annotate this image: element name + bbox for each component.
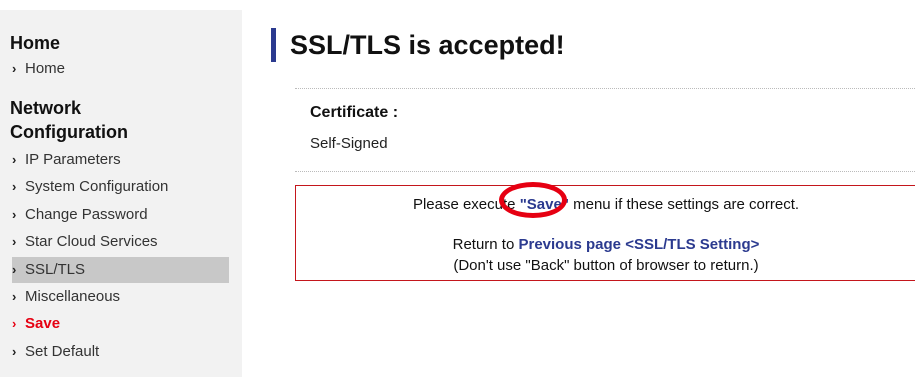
chevron-right-icon: › <box>12 61 17 76</box>
sidebar-heading-home: Home <box>10 33 61 53</box>
previous-page-link[interactable]: Previous page <SSL/TLS Setting> <box>518 236 759 253</box>
save-instruction-pre: Please execute <box>412 196 520 213</box>
sidebar-item-change-password[interactable]: › Change Password <box>12 202 229 228</box>
chevron-right-icon: › <box>12 262 17 277</box>
sidebar-item-miscellaneous[interactable]: › Miscellaneous <box>12 284 229 310</box>
sidebar-item-label: Save <box>25 315 61 332</box>
return-instruction: Return to Previous page <SSL/TLS Setting… <box>296 236 915 253</box>
sidebar-item-label: IP Parameters <box>25 151 121 168</box>
return-instruction-pre: Return to <box>452 236 519 253</box>
chevron-right-icon: › <box>12 152 17 167</box>
sidebar-item-label: Change Password <box>25 206 148 223</box>
sidebar-item-home[interactable]: › Home <box>12 56 229 82</box>
sidebar-item-system-configuration[interactable]: › System Configuration <box>12 174 229 200</box>
sidebar-item-ip-parameters[interactable]: › IP Parameters <box>12 147 229 173</box>
back-button-note: (Don't use "Back" button of browser to r… <box>453 257 759 274</box>
certificate-value: Self-Signed <box>310 135 388 152</box>
message-box: Please execute "Save" menu if these sett… <box>295 185 915 281</box>
sidebar-item-label: Set Default <box>25 343 100 360</box>
sidebar-item-set-default[interactable]: › Set Default <box>12 339 229 365</box>
chevron-right-icon: › <box>12 344 17 359</box>
sidebar-item-star-cloud-services[interactable]: › Star Cloud Services <box>12 229 229 255</box>
save-link[interactable]: "Save" <box>520 196 569 213</box>
chevron-right-icon: › <box>12 289 17 304</box>
chevron-right-icon: › <box>12 207 17 222</box>
chevron-right-icon: › <box>12 316 17 331</box>
sidebar-item-label: Star Cloud Services <box>25 233 158 250</box>
chevron-right-icon: › <box>12 234 17 249</box>
sidebar-item-label: Miscellaneous <box>25 288 121 305</box>
chevron-right-icon: › <box>12 179 17 194</box>
sidebar-heading-network: Network <box>10 98 82 118</box>
save-instruction: Please execute "Save" menu if these sett… <box>296 196 915 213</box>
sidebar-item-label: SSL/TLS <box>25 261 86 278</box>
page-title: SSL/TLS is accepted! <box>271 28 565 62</box>
sidebar-item-label: System Configuration <box>25 178 169 195</box>
save-instruction-post: menu if these settings are correct. <box>568 196 800 213</box>
sidebar-item-label: Home <box>25 60 66 77</box>
certificate-section: Certificate : Self-Signed <box>295 88 915 172</box>
sidebar-item-save[interactable]: › Save <box>12 311 229 337</box>
sidebar-heading-configuration: Configuration <box>10 122 128 142</box>
sidebar: Home › Home Network Configuration › IP Par… <box>0 10 242 377</box>
sidebar-item-ssl-tls[interactable]: › SSL/TLS <box>12 257 229 283</box>
certificate-label: Certificate : <box>310 104 399 121</box>
